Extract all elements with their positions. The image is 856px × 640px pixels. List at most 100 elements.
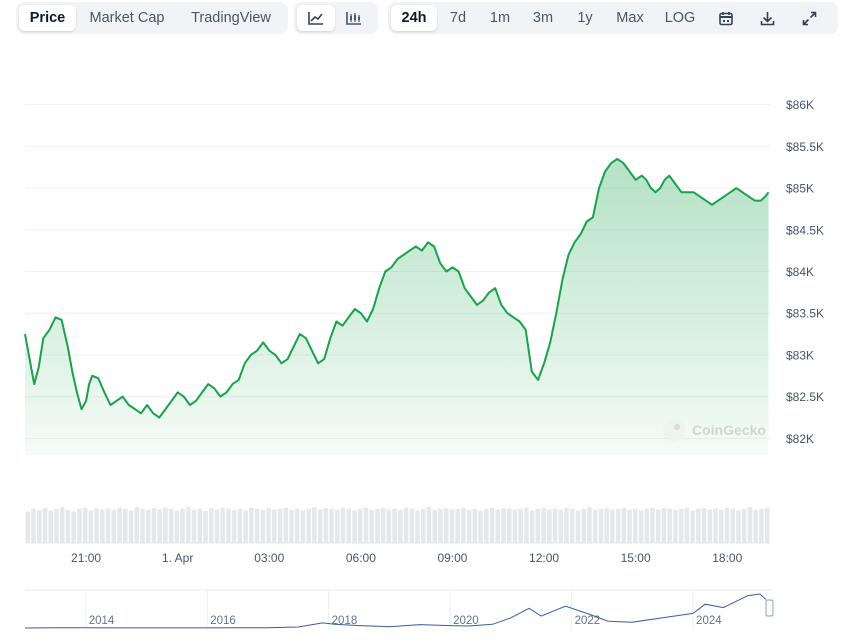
- fullscreen-button[interactable]: [787, 5, 831, 31]
- volume-bar: [163, 507, 168, 543]
- volume-bar: [713, 508, 718, 543]
- range-1m[interactable]: 1m: [479, 5, 521, 31]
- volume-bar: [461, 507, 466, 543]
- y-tick-label: $86K: [786, 98, 814, 112]
- line-chart-button[interactable]: [297, 5, 335, 31]
- volume-bar: [570, 508, 575, 543]
- x-tick-label: 06:00: [346, 551, 376, 565]
- tab-price[interactable]: Price: [19, 5, 76, 31]
- volume-bar: [145, 509, 151, 543]
- range-24h[interactable]: 24h: [391, 5, 437, 31]
- volume-bar: [323, 508, 329, 543]
- navigator-tick-label: 2024: [696, 615, 722, 627]
- candlestick-chart-button[interactable]: [335, 5, 373, 31]
- y-tick-label: $83K: [786, 348, 814, 362]
- range-max[interactable]: Max: [605, 5, 655, 31]
- volume-bar: [392, 508, 397, 543]
- volume-bar: [701, 508, 707, 543]
- volume-bar: [105, 508, 111, 543]
- volume-bar: [386, 509, 392, 543]
- volume-bar: [518, 508, 523, 543]
- volume-bar: [690, 510, 695, 543]
- volume-bar: [335, 509, 340, 543]
- volume-bar: [615, 508, 621, 543]
- volume-bar: [535, 508, 541, 543]
- volume-bar: [661, 508, 667, 543]
- volume-bar: [736, 510, 741, 543]
- volume-bar: [598, 508, 604, 543]
- range-1y[interactable]: 1y: [565, 5, 605, 31]
- coingecko-logo-eye: [674, 424, 680, 430]
- x-tick-label: 1. Apr: [162, 551, 193, 565]
- volume-bar: [650, 507, 655, 543]
- volume-bar: [82, 507, 88, 543]
- volume-bar: [140, 508, 145, 543]
- x-tick-label: 18:00: [712, 551, 742, 565]
- volume-bar: [151, 508, 157, 543]
- volume-bar: [54, 508, 59, 543]
- volume-bar: [243, 510, 248, 543]
- volume-bar: [283, 507, 288, 543]
- range-3m[interactable]: 3m: [521, 5, 565, 31]
- tab-market-cap[interactable]: Market Cap: [76, 5, 178, 31]
- volume-bar: [501, 508, 506, 543]
- volume-bar: [684, 507, 690, 543]
- y-tick-label: $83.5K: [786, 307, 824, 321]
- volume-bar: [564, 507, 569, 543]
- volume-bar: [415, 510, 420, 543]
- volume-bar: [37, 509, 42, 543]
- volume-bar: [541, 508, 546, 543]
- volume-bar: [289, 509, 294, 543]
- volume-bar: [226, 508, 231, 543]
- volume-bar: [592, 509, 598, 543]
- download-icon: [760, 11, 774, 25]
- volume-bar: [100, 509, 105, 543]
- volume-bar: [312, 507, 317, 543]
- volume-bar: [306, 508, 311, 543]
- volume-bar: [249, 507, 254, 543]
- volume-bar: [575, 510, 581, 543]
- volume-bar: [329, 508, 334, 543]
- fullscreen-icon: [802, 11, 816, 25]
- y-tick-label: $84.5K: [786, 223, 824, 237]
- y-tick-label: $84K: [786, 265, 814, 279]
- coingecko-watermark: CoinGecko: [663, 419, 766, 441]
- volume-bar: [209, 508, 214, 543]
- volume-bar: [443, 508, 449, 543]
- volume-bar: [466, 509, 472, 543]
- volume-bar: [547, 509, 552, 543]
- navigator-handle[interactable]: [765, 599, 774, 617]
- volume-bar: [656, 509, 661, 543]
- volume-bar: [512, 509, 518, 543]
- price-chart[interactable]: $82K $82.5K $83K $83.5K $84K $84.5K $85K $85.5K…: [0, 40, 856, 640]
- calendar-icon: [719, 11, 733, 25]
- volume-bar: [300, 510, 306, 543]
- date-range-button[interactable]: [705, 5, 747, 31]
- volume-bar: [94, 508, 99, 543]
- volume-bar: [42, 507, 48, 543]
- volume-bar: [644, 508, 649, 543]
- tab-tradingview[interactable]: TradingView: [178, 5, 284, 31]
- volume-bar: [375, 508, 380, 543]
- y-tick-label: $85K: [786, 182, 814, 196]
- volume-bar: [673, 509, 678, 543]
- download-button[interactable]: [747, 5, 787, 31]
- volume-bar: [730, 508, 735, 543]
- range-7d[interactable]: 7d: [437, 5, 479, 31]
- volume-bar: [77, 508, 82, 543]
- y-tick-label: $82.5K: [786, 390, 824, 404]
- volume-bar: [380, 508, 386, 543]
- volume-bar: [272, 509, 277, 543]
- volume-bar: [724, 507, 730, 543]
- volume-bar: [352, 510, 357, 543]
- volume-bar: [552, 508, 558, 543]
- volume-bar: [719, 509, 724, 543]
- volume-bar: [31, 508, 36, 543]
- volume-bar: [747, 507, 753, 543]
- y-tick-label: $82K: [786, 432, 814, 446]
- volume-bar: [220, 507, 225, 543]
- log-scale-toggle[interactable]: LOG: [655, 5, 705, 31]
- volume-bar: [398, 509, 403, 543]
- watermark-text: CoinGecko: [692, 422, 766, 438]
- volume-bar: [621, 507, 627, 543]
